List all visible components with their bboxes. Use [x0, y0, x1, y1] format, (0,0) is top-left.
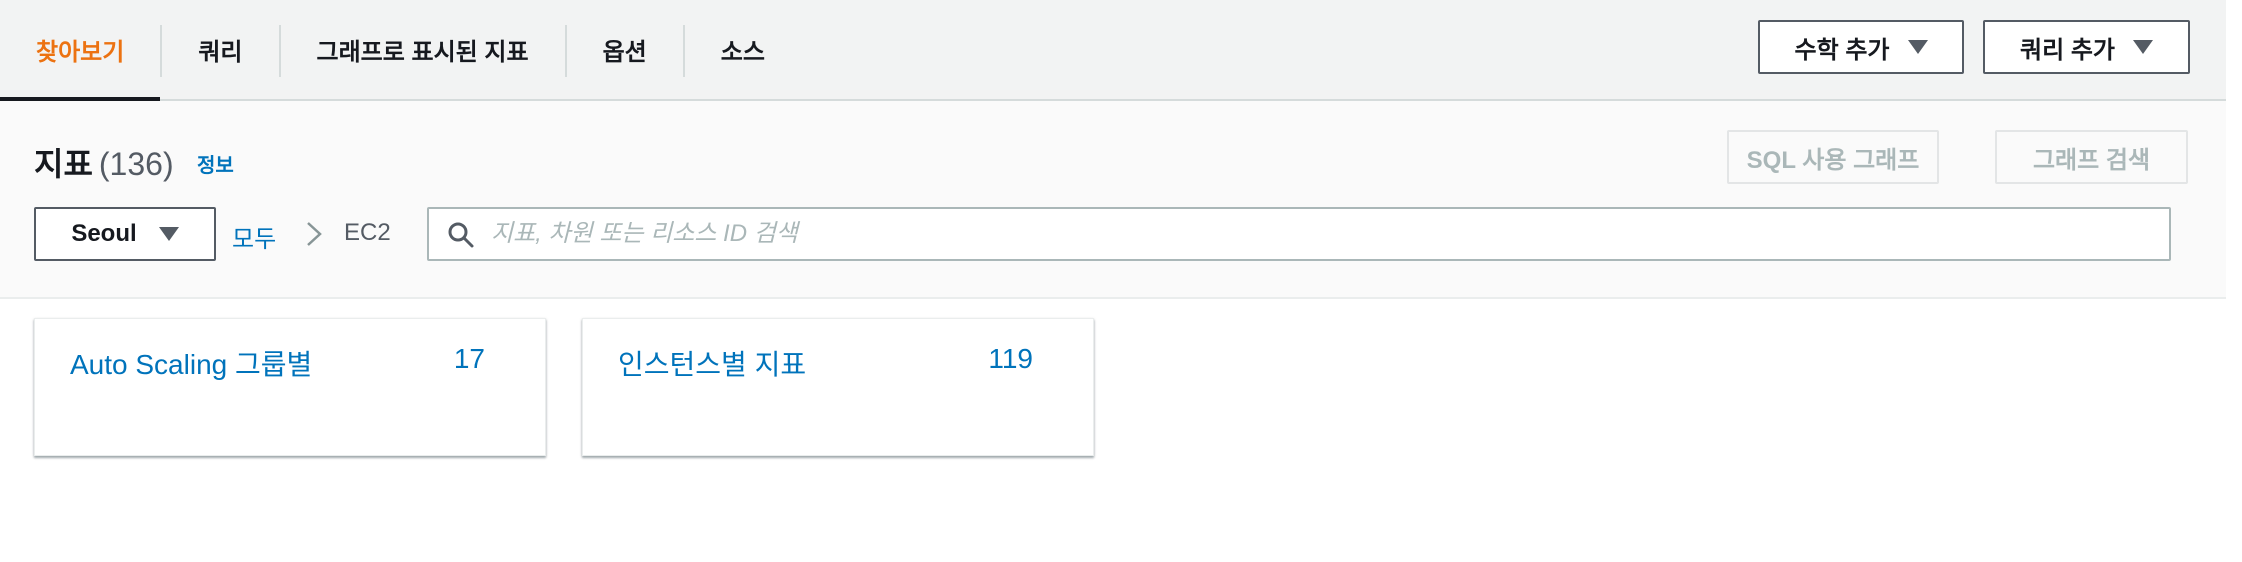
region-label: Seoul: [71, 220, 137, 247]
tab-source[interactable]: 소스: [685, 0, 801, 99]
caret-down-icon: [158, 227, 179, 241]
metrics-tab-bar: 찾아보기 쿼리 그래프로 표시된 지표 옵션 소스 수학 추가 쿼리 추가: [0, 0, 2226, 101]
graph-with-sql-button[interactable]: SQL 사용 그래프: [1727, 130, 1939, 184]
info-link[interactable]: 정보: [197, 149, 234, 178]
graph-search-button[interactable]: 그래프 검색: [1995, 130, 2188, 184]
page-title: 지표 (136): [34, 139, 174, 185]
add-math-button[interactable]: 수학 추가: [1758, 20, 1964, 74]
namespace-card-auto-scaling[interactable]: Auto Scaling 그룹별 17: [34, 318, 546, 456]
card-label[interactable]: Auto Scaling 그룹별: [70, 343, 312, 383]
tab-graphed-metrics[interactable]: 그래프로 표시된 지표: [281, 0, 565, 99]
search-input[interactable]: [491, 213, 2151, 255]
add-math-label: 수학 추가: [1794, 36, 1890, 64]
tab-browse[interactable]: 찾아보기: [0, 0, 161, 101]
region-selector[interactable]: Seoul: [34, 207, 216, 261]
add-query-button[interactable]: 쿼리 추가: [1983, 20, 2190, 74]
metrics-browse-panel: 지표 (136) 정보 SQL 사용 그래프 그래프 검색 Seoul 모두 EC…: [0, 101, 2226, 299]
caret-down-icon: [1907, 40, 1928, 54]
search-icon: [448, 222, 474, 248]
card-count[interactable]: 17: [454, 343, 485, 375]
caret-down-icon: [2133, 40, 2153, 54]
page-title-text: 지표: [34, 146, 93, 182]
metric-search-box: [427, 207, 2171, 261]
card-label[interactable]: 인스턴스별 지표: [618, 343, 806, 383]
tab-options[interactable]: 옵션: [567, 0, 683, 99]
tab-list: 찾아보기 쿼리 그래프로 표시된 지표 옵션 소스: [0, 0, 801, 101]
namespace-card-per-instance[interactable]: 인스턴스별 지표 119: [582, 318, 1094, 456]
scrollbar[interactable]: [2226, 0, 2242, 562]
breadcrumb-current: EC2: [344, 219, 391, 246]
card-count[interactable]: 119: [988, 343, 1033, 375]
tab-query[interactable]: 쿼리: [162, 0, 278, 99]
add-query-label: 쿼리 추가: [2020, 36, 2115, 64]
metric-count: (136): [98, 146, 174, 182]
chevron-right-icon: [307, 222, 322, 246]
breadcrumb-all[interactable]: 모두: [232, 219, 276, 254]
